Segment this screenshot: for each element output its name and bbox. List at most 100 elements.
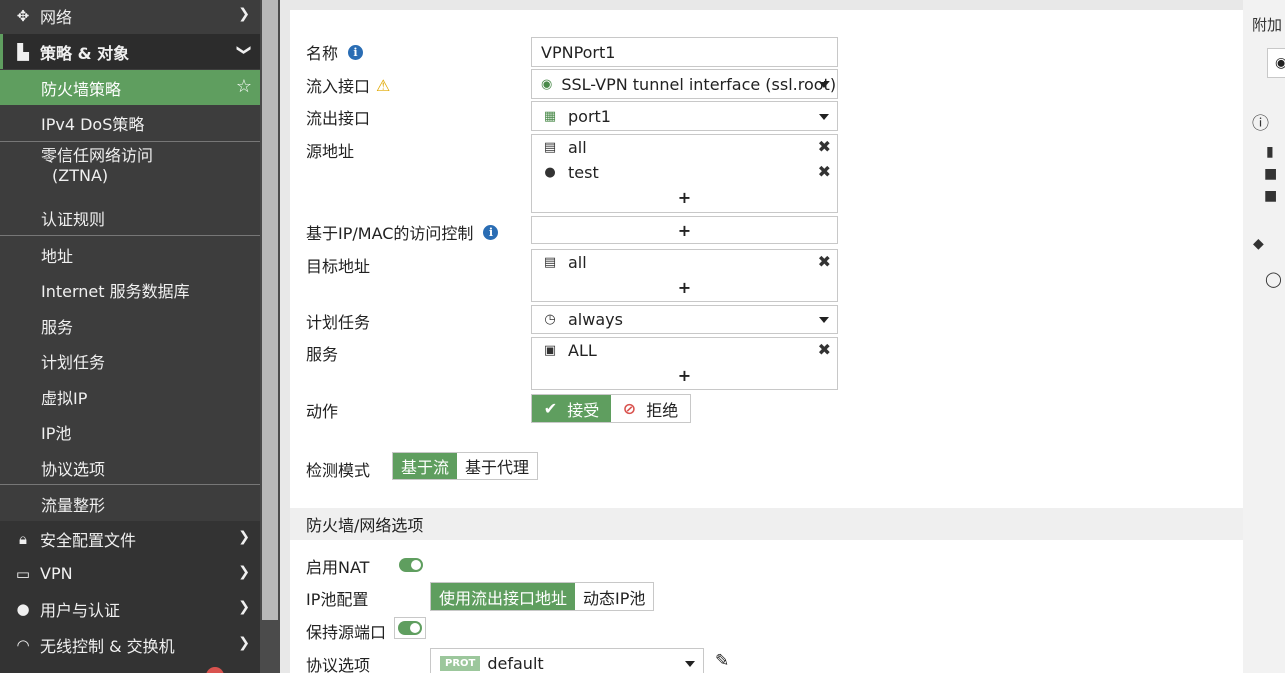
video-icon[interactable]: ■ (1264, 166, 1277, 182)
ipmac-access-label: 基于IP/MAC的访问控制 (306, 224, 474, 243)
nat-toggle[interactable] (399, 558, 423, 572)
view-toggle-button[interactable]: ◉ (1267, 48, 1285, 78)
sidebar-item-network[interactable]: ✥ 网络 ❯ (0, 0, 260, 33)
inspection-mode-toggle: 基于流 基于代理 (392, 452, 539, 480)
ipmac-label-row: 基于IP/MAC的访问控制 i (306, 220, 499, 244)
right-panel: 附加 ◉ ⓘ ▮ ■ ■ ◆ ◯ (1243, 0, 1285, 673)
chevron-right-icon: ❯ (238, 564, 250, 580)
sidebar-item-security-profiles[interactable]: 🔒︎ 安全配置文件 ❯ (0, 521, 260, 556)
add-destination-button[interactable]: + (532, 275, 837, 300)
proto-label-row: 协议选项 (306, 652, 370, 673)
comments-icon[interactable]: ◆ (1253, 236, 1264, 252)
sidebar-item-label: 虚拟IP (41, 388, 88, 408)
sidebar-item-address[interactable]: 地址 (0, 237, 260, 272)
accept-button[interactable]: ✔ 接受 (532, 395, 611, 422)
dropdown-caret-icon (685, 661, 695, 667)
laptop-icon: ▭ (15, 564, 31, 583)
outgoing-interface-select[interactable]: ▦ port1 (531, 101, 838, 131)
protocol-options-select[interactable]: PROT default (430, 648, 704, 673)
wifi-icon: ◠ (16, 635, 30, 654)
sidebar-item-protocol-options[interactable]: 协议选项 (0, 450, 260, 485)
dropdown-caret-icon (819, 114, 829, 120)
sidebar-item-label: 安全配置文件 (40, 530, 137, 550)
sidebar-item-wifi-switch[interactable]: ◠ 无线控制 & 交换机 ❯ (0, 627, 260, 662)
list-item: ▤ all ✖ (532, 250, 837, 275)
ippool-toggle: 使用流出接口地址 动态IP池 (430, 582, 655, 611)
book-icon[interactable]: ▮ (1266, 144, 1274, 160)
star-icon[interactable]: ☆ (236, 76, 252, 97)
sidebar-item-auth-rules[interactable]: 认证规则 (0, 200, 260, 235)
chat-bubble-icon[interactable]: ◯ (1265, 270, 1282, 288)
remove-icon[interactable]: ✖ (818, 252, 831, 271)
sidebar-scrollbar-thumb[interactable] (262, 0, 278, 620)
source-address-label: 源地址 (306, 142, 355, 161)
sidebar-item-label: 策略 & 对象 (40, 43, 130, 63)
chevron-right-icon: ❯ (238, 6, 250, 22)
sidebar-item-traffic-shaping[interactable]: 流量整形 (0, 486, 260, 521)
outgoing-label-row: 流出接口 (306, 105, 370, 129)
sidebar-item-virtual-ip[interactable]: 虚拟IP (0, 379, 260, 414)
right-panel-title: 附加 (1252, 16, 1283, 34)
preserve-label-row: 保持源端口 (306, 619, 386, 643)
info-icon[interactable]: i (348, 44, 364, 60)
outgoing-interface-label: 流出接口 (306, 109, 371, 128)
incoming-interface-line: ◉ SSL-VPN tunnel interface (ssl.root) (532, 70, 837, 99)
edit-pencil-icon[interactable]: ✎ (715, 651, 729, 671)
name-input[interactable]: VPNPort1 (531, 37, 838, 67)
action-label: 动作 (306, 402, 339, 421)
list-item: ▤ all ✖ (532, 135, 837, 160)
remove-icon[interactable]: ✖ (818, 162, 831, 181)
add-service-button[interactable]: + (532, 363, 837, 388)
name-input-value: VPNPort1 (541, 43, 616, 62)
ipmac-access-list: + (531, 216, 838, 244)
service-label: 服务 (306, 345, 339, 364)
deny-button[interactable]: ⊘ 拒绝 (611, 395, 690, 422)
section-title: 防火墙/网络选项 (306, 516, 424, 535)
info-icon[interactable]: i (483, 224, 499, 240)
sidebar-item-policy-objects[interactable]: ▙ 策略 & 对象 ❯ (0, 34, 260, 69)
sidebar-item-user-auth[interactable]: ● 用户与认证 ❯ (0, 591, 260, 626)
sidebar-item-ztna[interactable]: 零信任网络访问 (0, 143, 260, 165)
policy-icon: ▙ (17, 42, 29, 61)
sidebar-item-label: 防火墙策略 (41, 79, 122, 99)
sidebar-item-internet-service-db[interactable]: Internet 服务数据库 (0, 272, 260, 307)
schedule-label: 计划任务 (306, 313, 371, 332)
preserve-source-port-toggle[interactable] (398, 621, 422, 635)
add-source-button[interactable]: + (532, 185, 837, 210)
port-icon: ▦ (543, 109, 557, 124)
tunnel-icon: ◉ (541, 77, 553, 92)
proxy-based-button[interactable]: 基于代理 (457, 453, 538, 479)
sidebar-item-schedules[interactable]: 计划任务 (0, 343, 260, 378)
sidebar-item-label: 服务 (41, 317, 74, 337)
add-ipmac-button[interactable]: + (532, 217, 837, 243)
dynamic-ippool-button[interactable]: 动态IP池 (575, 583, 654, 610)
source-label-row: 源地址 (306, 138, 354, 162)
check-icon: ✔ (543, 399, 558, 418)
inspection-mode-label: 检测模式 (306, 461, 371, 480)
ippool-label-row: IP池配置 (306, 586, 368, 610)
sidebar-item-label: 计划任务 (41, 352, 106, 372)
incoming-label-row: 流入接口 ⚠ (306, 73, 390, 97)
sidebar-item-firewall-policy[interactable]: 防火墙策略 ☆ (0, 70, 260, 105)
help-icon[interactable]: ⓘ (1252, 109, 1269, 134)
source-entry-label: test (568, 163, 599, 182)
sidebar-item-ipv4-dos[interactable]: IPv4 DoS策略 (0, 105, 260, 140)
accept-label: 接受 (567, 400, 600, 420)
nat-label-row: 启用NAT (306, 554, 369, 578)
flow-based-button[interactable]: 基于流 (393, 453, 458, 479)
remove-icon[interactable]: ✖ (818, 137, 831, 156)
sidebar-item-label: 协议选项 (41, 459, 106, 479)
lock-icon: 🔒︎ (19, 529, 27, 548)
sidebar-item-ztna-sub[interactable]: (ZTNA) (0, 164, 260, 186)
remove-icon[interactable]: ✖ (818, 340, 831, 359)
sidebar-item-ip-pools[interactable]: IP池 (0, 414, 260, 449)
use-outgoing-interface-button[interactable]: 使用流出接口地址 (431, 583, 576, 610)
source-address-list: ▤ all ✖ ● test ✖ + (531, 134, 838, 213)
sidebar-item-vpn[interactable]: ▭ VPN ❯ (0, 556, 260, 591)
video-icon[interactable]: ■ (1264, 188, 1277, 204)
sidebar-item-services[interactable]: 服务 (0, 308, 260, 343)
schedule-select[interactable]: ◷ always (531, 305, 838, 334)
incoming-interface-select[interactable]: ◉ SSL-VPN tunnel interface (ssl.root) (531, 69, 838, 99)
address-icon: ▤ (543, 140, 557, 155)
list-item: ▣ ALL ✖ (532, 338, 837, 363)
